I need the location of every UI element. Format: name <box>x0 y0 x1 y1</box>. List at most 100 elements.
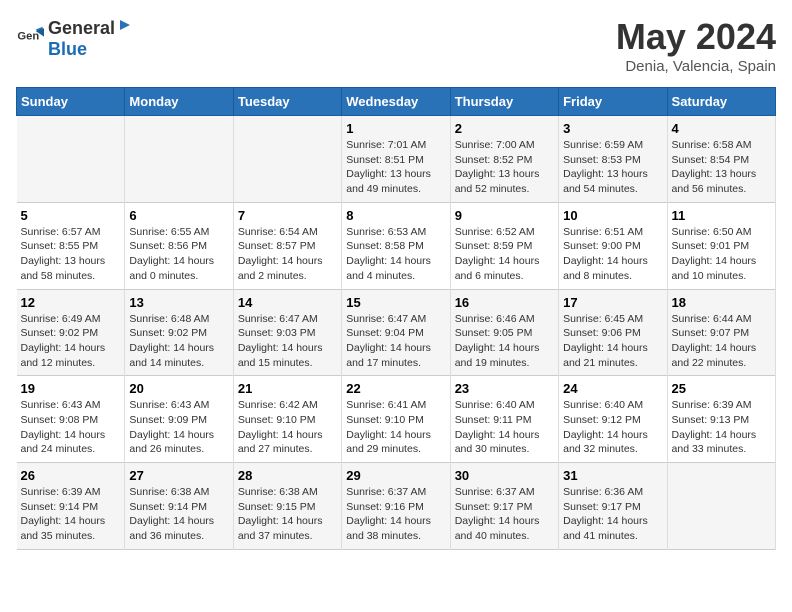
week-row-3: 12 Sunrise: 6:49 AM Sunset: 9:02 PM Dayli… <box>17 289 776 376</box>
day-header-monday: Monday <box>125 88 233 116</box>
day-number: 10 <box>563 208 662 223</box>
day-info: Sunrise: 6:43 AM Sunset: 9:09 PM Dayligh… <box>129 398 228 457</box>
calendar-cell: 26 Sunrise: 6:39 AM Sunset: 9:14 PM Dayli… <box>17 463 125 550</box>
day-number: 2 <box>455 121 554 136</box>
calendar-cell: 17 Sunrise: 6:45 AM Sunset: 9:06 PM Dayli… <box>559 289 667 376</box>
calendar-cell: 28Sunrise: 6:38 AM Sunset: 9:15 PM Dayli… <box>233 463 341 550</box>
day-info: Sunrise: 6:52 AM Sunset: 8:59 PM Dayligh… <box>455 225 554 284</box>
day-header-wednesday: Wednesday <box>342 88 450 116</box>
logo-blue: Blue <box>48 39 87 59</box>
logo-arrow-icon <box>116 16 134 34</box>
day-info: Sunrise: 6:43 AM Sunset: 9:08 PM Dayligh… <box>21 398 121 457</box>
day-number: 26 <box>21 468 121 483</box>
week-row-4: 19Sunrise: 6:43 AM Sunset: 9:08 PM Dayli… <box>17 376 776 463</box>
calendar-cell: 31Sunrise: 6:36 AM Sunset: 9:17 PM Dayli… <box>559 463 667 550</box>
day-number: 22 <box>346 381 445 396</box>
day-number: 24 <box>563 381 662 396</box>
day-info: Sunrise: 6:39 AM Sunset: 9:13 PM Dayligh… <box>672 398 771 457</box>
day-info: Sunrise: 6:45 AM Sunset: 9:06 PM Dayligh… <box>563 312 662 371</box>
day-number: 23 <box>455 381 554 396</box>
subtitle: Denia, Valencia, Spain <box>616 58 776 75</box>
calendar-cell: 29 Sunrise: 6:37 AM Sunset: 9:16 PM Dayli… <box>342 463 450 550</box>
calendar-cell: 23 Sunrise: 6:40 AM Sunset: 9:11 PM Dayli… <box>450 376 558 463</box>
calendar-cell: 10Sunrise: 6:51 AM Sunset: 9:00 PM Dayli… <box>559 202 667 289</box>
day-number: 29 <box>346 468 445 483</box>
calendar-cell <box>17 116 125 203</box>
day-info: Sunrise: 6:40 AM Sunset: 9:11 PM Dayligh… <box>455 398 554 457</box>
day-info: Sunrise: 6:55 AM Sunset: 8:56 PM Dayligh… <box>129 225 228 284</box>
calendar-cell <box>125 116 233 203</box>
day-header-sunday: Sunday <box>17 88 125 116</box>
day-info: Sunrise: 6:49 AM Sunset: 9:02 PM Dayligh… <box>21 312 121 371</box>
calendar-cell: 15 Sunrise: 6:47 AM Sunset: 9:04 PM Dayli… <box>342 289 450 376</box>
calendar-header: SundayMondayTuesdayWednesdayThursdayFrid… <box>17 88 776 116</box>
day-info: Sunrise: 6:36 AM Sunset: 9:17 PM Dayligh… <box>563 485 662 544</box>
calendar-cell: 14Sunrise: 6:47 AM Sunset: 9:03 PM Dayli… <box>233 289 341 376</box>
day-header-thursday: Thursday <box>450 88 558 116</box>
day-number: 18 <box>672 295 771 310</box>
day-number: 28 <box>238 468 337 483</box>
day-info: Sunrise: 6:47 AM Sunset: 9:04 PM Dayligh… <box>346 312 445 371</box>
day-info: Sunrise: 6:39 AM Sunset: 9:14 PM Dayligh… <box>21 485 121 544</box>
day-info: Sunrise: 6:48 AM Sunset: 9:02 PM Dayligh… <box>129 312 228 371</box>
calendar-cell: 6Sunrise: 6:55 AM Sunset: 8:56 PM Daylig… <box>125 202 233 289</box>
calendar-cell: 20Sunrise: 6:43 AM Sunset: 9:09 PM Dayli… <box>125 376 233 463</box>
week-row-2: 5Sunrise: 6:57 AM Sunset: 8:55 PM Daylig… <box>17 202 776 289</box>
page-header: Gen General Blue May 2024 Denia, Valenci… <box>16 16 776 75</box>
calendar-table: SundayMondayTuesdayWednesdayThursdayFrid… <box>16 87 776 550</box>
day-info: Sunrise: 6:50 AM Sunset: 9:01 PM Dayligh… <box>672 225 771 284</box>
calendar-cell: 30 Sunrise: 6:37 AM Sunset: 9:17 PM Dayli… <box>450 463 558 550</box>
day-info: Sunrise: 6:41 AM Sunset: 9:10 PM Dayligh… <box>346 398 445 457</box>
calendar-cell: 3Sunrise: 6:59 AM Sunset: 8:53 PM Daylig… <box>559 116 667 203</box>
week-row-1: 1 Sunrise: 7:01 AM Sunset: 8:51 PM Daylig… <box>17 116 776 203</box>
calendar-cell: 11Sunrise: 6:50 AM Sunset: 9:01 PM Dayli… <box>667 202 775 289</box>
day-number: 25 <box>672 381 771 396</box>
day-info: Sunrise: 6:37 AM Sunset: 9:17 PM Dayligh… <box>455 485 554 544</box>
day-info: Sunrise: 7:00 AM Sunset: 8:52 PM Dayligh… <box>455 138 554 197</box>
day-info: Sunrise: 6:54 AM Sunset: 8:57 PM Dayligh… <box>238 225 337 284</box>
day-info: Sunrise: 6:44 AM Sunset: 9:07 PM Dayligh… <box>672 312 771 371</box>
day-number: 21 <box>238 381 337 396</box>
calendar-cell: 9 Sunrise: 6:52 AM Sunset: 8:59 PM Daylig… <box>450 202 558 289</box>
calendar-cell: 25 Sunrise: 6:39 AM Sunset: 9:13 PM Dayli… <box>667 376 775 463</box>
day-info: Sunrise: 6:42 AM Sunset: 9:10 PM Dayligh… <box>238 398 337 457</box>
main-title: May 2024 <box>616 16 776 58</box>
day-number: 8 <box>346 208 445 223</box>
day-number: 14 <box>238 295 337 310</box>
calendar-body: 1 Sunrise: 7:01 AM Sunset: 8:51 PM Daylig… <box>17 116 776 550</box>
day-info: Sunrise: 6:57 AM Sunset: 8:55 PM Dayligh… <box>21 225 121 284</box>
day-number: 1 <box>346 121 445 136</box>
calendar-cell <box>233 116 341 203</box>
calendar-cell: 7 Sunrise: 6:54 AM Sunset: 8:57 PM Daylig… <box>233 202 341 289</box>
day-header-saturday: Saturday <box>667 88 775 116</box>
day-header-friday: Friday <box>559 88 667 116</box>
day-header-tuesday: Tuesday <box>233 88 341 116</box>
day-number: 15 <box>346 295 445 310</box>
calendar-cell: 8 Sunrise: 6:53 AM Sunset: 8:58 PM Daylig… <box>342 202 450 289</box>
day-number: 17 <box>563 295 662 310</box>
calendar-cell: 2 Sunrise: 7:00 AM Sunset: 8:52 PM Daylig… <box>450 116 558 203</box>
calendar-cell: 19Sunrise: 6:43 AM Sunset: 9:08 PM Dayli… <box>17 376 125 463</box>
calendar-cell: 18 Sunrise: 6:44 AM Sunset: 9:07 PM Dayli… <box>667 289 775 376</box>
svg-text:Gen: Gen <box>17 30 39 42</box>
day-number: 30 <box>455 468 554 483</box>
day-info: Sunrise: 6:58 AM Sunset: 8:54 PM Dayligh… <box>672 138 771 197</box>
calendar-cell: 1 Sunrise: 7:01 AM Sunset: 8:51 PM Daylig… <box>342 116 450 203</box>
day-number: 7 <box>238 208 337 223</box>
logo: Gen General Blue <box>16 16 135 60</box>
day-info: Sunrise: 7:01 AM Sunset: 8:51 PM Dayligh… <box>346 138 445 197</box>
day-number: 4 <box>672 121 771 136</box>
day-info: Sunrise: 6:37 AM Sunset: 9:16 PM Dayligh… <box>346 485 445 544</box>
day-info: Sunrise: 6:53 AM Sunset: 8:58 PM Dayligh… <box>346 225 445 284</box>
calendar-cell <box>667 463 775 550</box>
day-info: Sunrise: 6:46 AM Sunset: 9:05 PM Dayligh… <box>455 312 554 371</box>
calendar-cell: 4 Sunrise: 6:58 AM Sunset: 8:54 PM Daylig… <box>667 116 775 203</box>
day-number: 12 <box>21 295 121 310</box>
day-number: 13 <box>129 295 228 310</box>
calendar-cell: 5Sunrise: 6:57 AM Sunset: 8:55 PM Daylig… <box>17 202 125 289</box>
calendar-cell: 24Sunrise: 6:40 AM Sunset: 9:12 PM Dayli… <box>559 376 667 463</box>
day-number: 9 <box>455 208 554 223</box>
calendar-cell: 12 Sunrise: 6:49 AM Sunset: 9:02 PM Dayli… <box>17 289 125 376</box>
calendar-cell: 22 Sunrise: 6:41 AM Sunset: 9:10 PM Dayli… <box>342 376 450 463</box>
week-row-5: 26 Sunrise: 6:39 AM Sunset: 9:14 PM Dayli… <box>17 463 776 550</box>
